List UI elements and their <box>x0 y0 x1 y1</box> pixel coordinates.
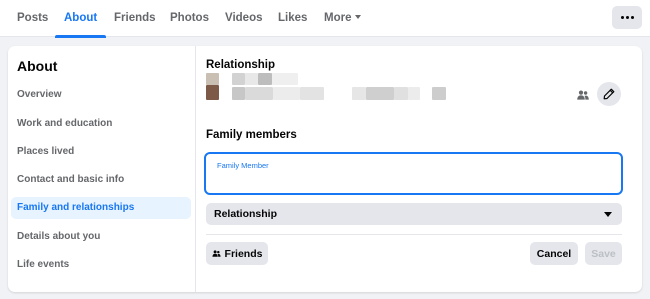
form-divider <box>206 234 622 235</box>
sidebar-item-family-and-relationships[interactable]: Family and relationships <box>11 197 191 219</box>
audience-selector-label: Friends <box>224 247 263 260</box>
about-card: About Overview Work and education Places… <box>8 46 642 292</box>
cancel-button[interactable]: Cancel <box>530 242 578 265</box>
family-member-field[interactable]: Family Member <box>204 152 623 195</box>
tab-friends[interactable]: Friends <box>114 0 156 37</box>
tab-about[interactable]: About <box>54 0 107 38</box>
save-button[interactable]: Save <box>585 242 622 265</box>
sidebar-item-work-and-education[interactable]: Work and education <box>11 113 191 135</box>
pencil-icon <box>603 88 615 100</box>
more-dots-icon <box>620 16 634 19</box>
sidebar-item-contact-info[interactable]: Contact and basic info <box>11 169 191 191</box>
sidebar-item-details-about-you[interactable]: Details about you <box>11 226 191 248</box>
audience-selector-button[interactable]: Friends <box>206 242 268 265</box>
more-options-button[interactable] <box>612 6 642 29</box>
tab-likes[interactable]: Likes <box>278 0 307 37</box>
about-heading: About <box>17 58 58 74</box>
relationship-heading: Relationship <box>206 59 276 71</box>
family-member-input[interactable] <box>215 172 610 190</box>
sidebar-item-life-events[interactable]: Life events <box>11 254 191 276</box>
relationship-select[interactable]: Relationship <box>206 203 622 225</box>
friends-icon <box>211 250 221 257</box>
tab-posts[interactable]: Posts <box>17 0 48 37</box>
tab-videos[interactable]: Videos <box>225 0 263 37</box>
tab-more-label: More <box>324 12 352 24</box>
family-members-heading: Family members <box>206 129 297 141</box>
caret-down-icon <box>604 212 612 217</box>
tab-photos[interactable]: Photos <box>170 0 209 37</box>
profile-tab-bar: Posts About Friends Photos Videos Likes … <box>0 0 650 38</box>
tab-more[interactable]: More <box>324 0 362 37</box>
sidebar-item-overview[interactable]: Overview <box>11 84 191 106</box>
card-divider <box>195 46 196 292</box>
friends-audience-icon[interactable] <box>577 90 589 100</box>
family-member-field-label: Family Member <box>217 161 269 170</box>
sidebar-item-places-lived[interactable]: Places lived <box>11 141 191 163</box>
relationship-select-value: Relationship <box>214 208 278 220</box>
edit-relationship-button[interactable] <box>597 82 621 106</box>
caret-down-icon <box>355 14 362 19</box>
